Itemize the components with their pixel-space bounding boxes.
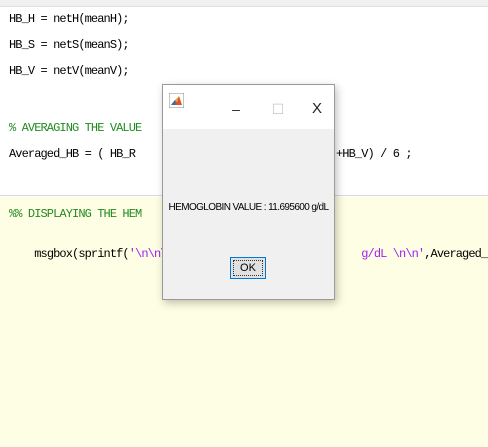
close-button[interactable]: X bbox=[307, 99, 327, 119]
code-line-averaged-hb-tail: +HB_V) / 6 ; bbox=[336, 147, 413, 161]
matlab-icon bbox=[169, 93, 184, 108]
msgbox-args: ,Averaged_HB)) bbox=[424, 247, 488, 261]
comment-averaging: % AVERAGING THE VALUE bbox=[9, 121, 142, 135]
code-line-3: HB_V = netV(meanV); bbox=[9, 64, 130, 78]
dialog-message: HEMOGLOBIN VALUE : 11.695600 g/dL bbox=[168, 202, 330, 213]
msgbox-string-end: g/dL \n\n' bbox=[361, 247, 425, 261]
minimize-button[interactable]: – bbox=[226, 99, 246, 119]
comment-displaying: %% DISPLAYING THE HEM bbox=[9, 207, 142, 221]
dialog-titlebar[interactable]: – ☐ X bbox=[163, 85, 334, 129]
code-line-1: HB_H = netH(meanH); bbox=[9, 12, 130, 26]
maximize-button[interactable]: ☐ bbox=[268, 99, 288, 119]
code-line-averaged-hb: Averaged_HB = ( HB_R bbox=[9, 147, 136, 161]
code-line-msgbox: msgbox(sprintf('\n\n\ bbox=[9, 233, 167, 275]
msgbox-call: msgbox(sprintf( bbox=[34, 247, 129, 261]
editor-top-border bbox=[0, 0, 488, 7]
msgbox-string-start: '\n\n\ bbox=[128, 247, 168, 261]
message-box-dialog[interactable]: – ☐ X HEMOGLOBIN VALUE : 11.695600 g/dL … bbox=[162, 84, 335, 300]
code-line-2: HB_S = netS(meanS); bbox=[9, 38, 130, 52]
ok-button[interactable]: OK bbox=[230, 257, 266, 279]
code-line-msgbox-tail: g/dL \n\n',Averaged_HB)) bbox=[336, 233, 488, 275]
